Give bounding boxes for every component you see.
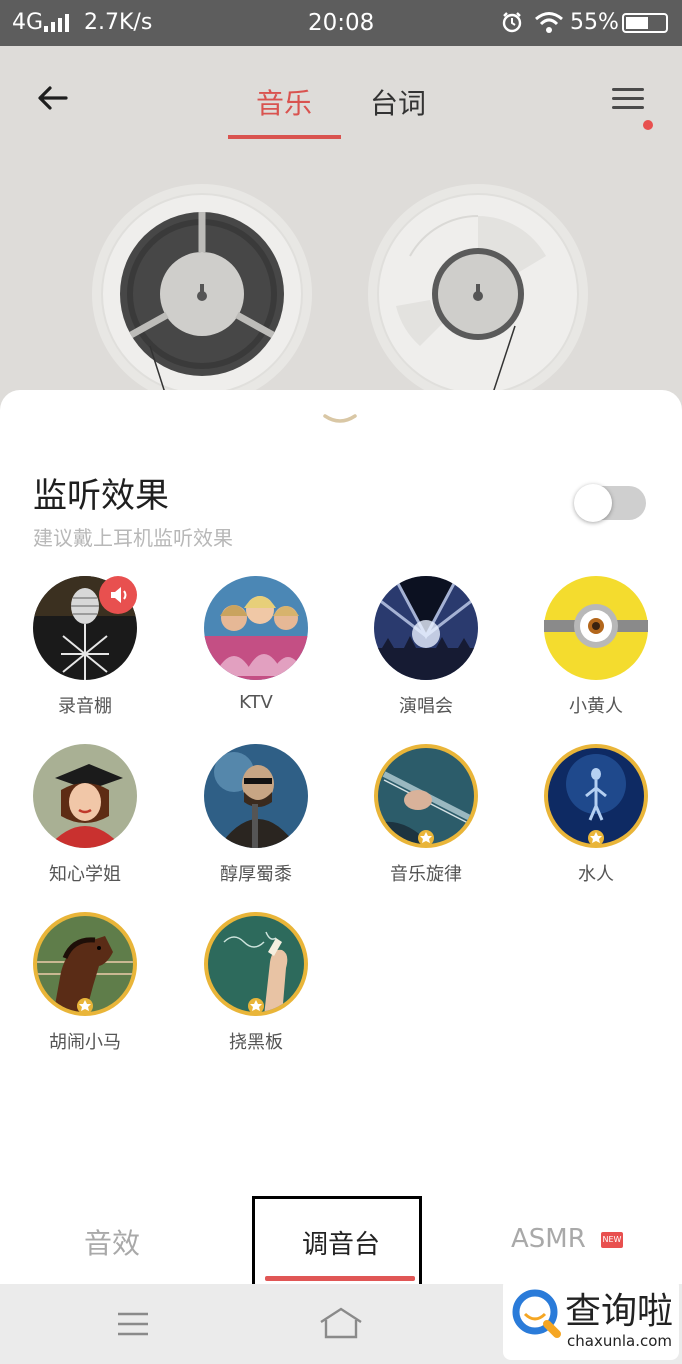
effect-item[interactable]: 演唱会 (341, 576, 511, 726)
watermark-logo: 查询啦 chaxunla.com (503, 1278, 679, 1360)
watermark-name: 查询啦 (565, 1291, 674, 1332)
back-arrow-icon[interactable] (36, 84, 68, 112)
active-tab-indicator (228, 135, 341, 139)
network-type: 4G (12, 10, 44, 35)
chalkboard-icon (204, 912, 308, 1016)
recent-apps-icon[interactable] (116, 1310, 150, 1338)
active-bottom-tab-indicator (265, 1276, 415, 1281)
effect-label: 演唱会 (399, 696, 453, 717)
tape-reels-illustration (92, 184, 588, 396)
monitor-title: 监听效果 (33, 476, 169, 516)
menu-icon[interactable] (612, 88, 646, 112)
effect-label: 醇厚蜀黍 (220, 864, 292, 885)
left-reel (92, 184, 312, 396)
magnifier-logo-icon (512, 1289, 561, 1338)
app-header: 音乐 台词 (0, 46, 682, 146)
monitor-toggle[interactable] (574, 484, 646, 522)
effect-item[interactable]: 音乐旋律 (341, 744, 511, 894)
effect-item[interactable]: 胡闹小马 (0, 912, 170, 1062)
monitor-subtitle: 建议戴上耳机监听效果 (33, 526, 233, 550)
battery-icon (622, 13, 668, 33)
ktv-singers-icon (204, 576, 308, 680)
minion-eye-icon (544, 576, 648, 680)
tab-asmr[interactable]: ASMR (511, 1224, 586, 1254)
effect-label: 挠黑板 (229, 1032, 283, 1053)
effect-label: 录音棚 (58, 696, 112, 717)
status-bar: 4G 2.7K/s 20:08 55% (0, 0, 682, 46)
horse-icon (33, 912, 137, 1016)
effect-label: 水人 (578, 864, 614, 885)
underwater-diver-icon (544, 744, 648, 848)
network-speed: 2.7K/s (84, 10, 153, 35)
clock: 20:08 (308, 10, 375, 36)
right-reel (368, 184, 588, 396)
tab-lyrics[interactable]: 台词 (370, 82, 426, 122)
effect-item[interactable]: 知心学姐 (0, 744, 170, 894)
effect-label: 胡闹小马 (49, 1032, 121, 1053)
battery-percent: 55% (570, 10, 619, 35)
graduate-girl-icon (33, 744, 137, 848)
tab-music[interactable]: 音乐 (256, 82, 312, 122)
effects-sheet: 监听效果 建议戴上耳机监听效果 录音棚 KTV 演唱会 小黄人 知心学姐 醇厚蜀… (0, 390, 682, 1294)
tab-sound-effects[interactable]: 音效 (84, 1222, 140, 1262)
wifi-icon (535, 12, 563, 33)
home-icon[interactable] (318, 1306, 364, 1340)
guitar-player-icon (374, 744, 478, 848)
effect-item[interactable]: 水人 (511, 744, 681, 894)
notification-dot (643, 120, 653, 130)
effect-label: 音乐旋律 (390, 864, 462, 885)
speaker-icon (99, 576, 137, 614)
effect-label: 知心学姐 (49, 864, 121, 885)
new-badge: NEW (601, 1232, 623, 1248)
effect-item[interactable]: 小黄人 (511, 576, 681, 726)
alarm-icon (502, 12, 522, 33)
effect-item[interactable]: 录音棚 (0, 576, 170, 726)
concert-stage-icon (374, 576, 478, 680)
effect-label: 小黄人 (569, 696, 623, 717)
chevron-down-icon[interactable] (322, 412, 358, 426)
signal-icon (44, 12, 74, 32)
bearded-singer-icon (204, 744, 308, 848)
effect-item[interactable]: 醇厚蜀黍 (171, 744, 341, 894)
effect-item[interactable]: 挠黑板 (171, 912, 341, 1062)
watermark-url: chaxunla.com (567, 1332, 672, 1350)
effect-label: KTV (239, 692, 273, 713)
effect-item[interactable]: KTV (171, 576, 341, 726)
